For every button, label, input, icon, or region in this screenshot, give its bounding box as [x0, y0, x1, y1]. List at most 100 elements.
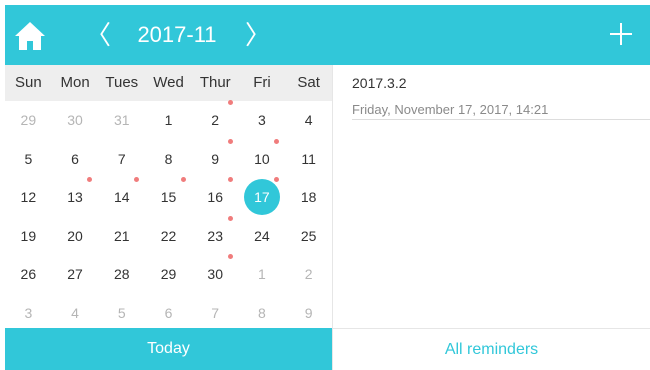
weekday-mon: Mon	[60, 74, 90, 91]
all-reminders-button[interactable]: All reminders	[333, 329, 650, 370]
calendar-day[interactable]: 31	[99, 104, 145, 136]
calendar-day-number: 7	[117, 150, 126, 167]
calendar-day-number: 22	[160, 227, 177, 244]
calendar-day-number: 25	[300, 227, 317, 244]
calendar-day-number: 1	[258, 266, 266, 282]
calendar-day-number: 31	[113, 112, 130, 128]
weekday-thur: Thur	[199, 74, 231, 91]
calendar-day[interactable]: 2	[192, 104, 238, 136]
calendar-day[interactable]: 5	[5, 143, 51, 175]
calendar-day-number: 7	[211, 304, 220, 321]
calendar-day[interactable]: 1	[146, 104, 192, 136]
next-month-button[interactable]: 〉	[245, 17, 271, 53]
reminder-indicator-dot	[227, 138, 233, 144]
reminder-indicator-dot	[227, 100, 233, 105]
calendar-day[interactable]: 23	[192, 220, 238, 252]
calendar-day[interactable]: 21	[99, 220, 145, 252]
calendar-day[interactable]: 10	[239, 143, 285, 175]
calendar-day-number: 4	[304, 112, 313, 128]
calendar-day[interactable]: 19	[5, 220, 51, 252]
calendar-day[interactable]: 29	[5, 104, 51, 136]
reminder-indicator-dot	[274, 138, 280, 144]
calendar-day[interactable]: 29	[146, 258, 192, 290]
calendar-day-number: 3	[24, 304, 33, 321]
calendar-day[interactable]: 8	[146, 143, 192, 175]
prev-month-button[interactable]: 〈	[85, 17, 111, 53]
calendar-day[interactable]: 4	[286, 104, 332, 136]
calendar-day[interactable]: 25	[286, 220, 332, 252]
add-reminder-button[interactable]	[609, 22, 633, 46]
weekday-sun: Sun	[15, 74, 42, 91]
calendar-day-number: 8	[164, 150, 173, 167]
calendar-day-number: 20	[67, 227, 83, 244]
calendar-day[interactable]: 5	[99, 297, 145, 329]
weekday-fri: Fri	[253, 74, 271, 91]
calendar-day[interactable]: 15	[146, 181, 192, 213]
header-bar: 〈 2017-11 〉	[5, 5, 650, 65]
calendar-day[interactable]: 28	[99, 258, 145, 290]
calendar-day-number: 12	[20, 189, 37, 205]
reminder-title[interactable]: 2017.3.2	[352, 75, 407, 91]
calendar-day-number: 14	[113, 189, 130, 205]
calendar-day-selected[interactable]: 17	[239, 179, 285, 215]
calendar-day-number: 15	[160, 189, 177, 205]
calendar-day[interactable]: 8	[239, 297, 285, 329]
calendar-day-number: 28	[113, 266, 130, 282]
calendar-day-number: 24	[254, 227, 270, 244]
calendar-day[interactable]: 9	[286, 297, 332, 329]
calendar-day-number: 30	[207, 266, 223, 282]
reminder-indicator-dot	[227, 215, 233, 221]
calendar-day[interactable]: 24	[239, 220, 285, 252]
calendar-day[interactable]: 26	[5, 258, 51, 290]
calendar-day-number: 29	[20, 112, 37, 128]
calendar-day-number: 10	[254, 150, 270, 167]
calendar-day[interactable]: 2	[286, 258, 332, 290]
calendar-day-number: 29	[160, 266, 177, 282]
calendar-day[interactable]: 9	[192, 143, 238, 175]
calendar-day-number: 17	[254, 189, 270, 205]
calendar-day[interactable]: 30	[52, 104, 98, 136]
calendar-day-number: 26	[20, 266, 37, 282]
weekday-header: Sun Mon Tues Wed Thur Fri Sat	[5, 65, 332, 101]
calendar-day-number: 9	[304, 304, 313, 321]
calendar-day[interactable]: 4	[52, 297, 98, 329]
panel-divider	[332, 65, 333, 370]
calendar-day-number: 13	[67, 189, 83, 205]
calendar-day[interactable]: 12	[5, 181, 51, 213]
calendar-day[interactable]: 7	[99, 143, 145, 175]
calendar-day[interactable]: 16	[192, 181, 238, 213]
calendar-day[interactable]: 14	[99, 181, 145, 213]
calendar-day-number: 8	[258, 304, 266, 321]
calendar-day[interactable]: 18	[286, 181, 332, 213]
calendar-day[interactable]: 6	[146, 297, 192, 329]
calendar-day-number: 9	[211, 150, 220, 167]
calendar-day[interactable]: 7	[192, 297, 238, 329]
calendar-day-number: 3	[258, 112, 266, 128]
calendar-day[interactable]: 1	[239, 258, 285, 290]
calendar-day[interactable]: 3	[239, 104, 285, 136]
calendar-day[interactable]: 11	[286, 143, 332, 175]
calendar-day[interactable]: 13	[52, 181, 98, 213]
calendar-day-number: 27	[67, 266, 83, 282]
calendar-day-number: 4	[71, 304, 79, 321]
calendar-day-number: 5	[24, 150, 33, 167]
weekday-wed: Wed	[153, 74, 184, 91]
home-button[interactable]	[13, 21, 47, 51]
calendar-day-number: 2	[304, 266, 313, 282]
calendar-day[interactable]: 27	[52, 258, 98, 290]
calendar-grid: 29 30 31 1 2 3 4 5 6 7 8 9 10 11 12 13 14 15 16 17 18 19 20 21 2…	[5, 100, 332, 330]
reminder-indicator-dot	[227, 177, 233, 182]
calendar-day[interactable]: 3	[5, 297, 51, 329]
calendar-day-number: 23	[207, 227, 223, 244]
calendar-day-number: 11	[301, 150, 316, 167]
calendar-day-number: 6	[71, 150, 79, 167]
home-icon	[15, 22, 45, 50]
calendar-day[interactable]: 20	[52, 220, 98, 252]
calendar-day[interactable]: 22	[146, 220, 192, 252]
reminder-datetime: Friday, November 17, 2017, 14:21	[352, 102, 549, 117]
today-button[interactable]: Today	[5, 328, 332, 370]
calendar-day[interactable]: 30	[192, 258, 238, 290]
weekday-tues: Tues	[105, 74, 139, 91]
calendar-day[interactable]: 6	[52, 143, 98, 175]
calendar-day-number: 18	[300, 189, 317, 205]
